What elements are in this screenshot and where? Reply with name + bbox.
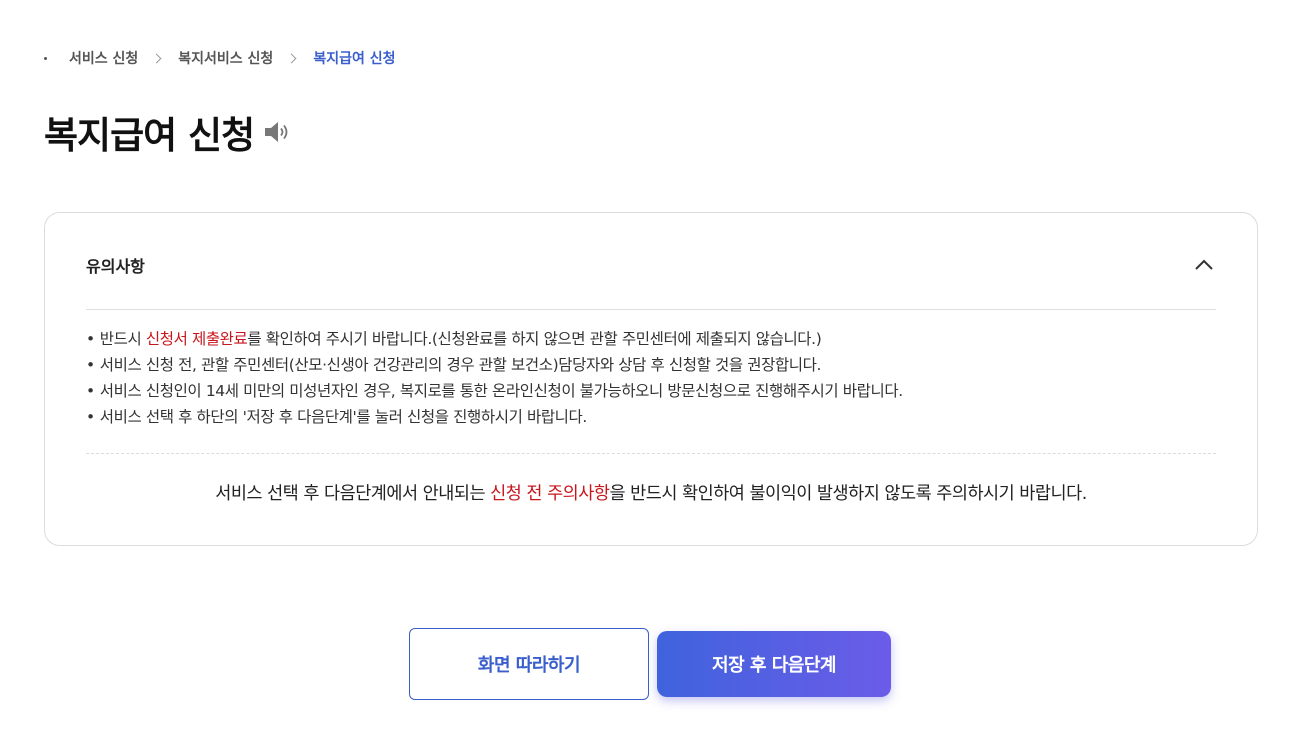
title-row: 복지급여 신청 <box>44 106 292 158</box>
notice-header[interactable]: 유의사항 <box>86 213 1216 310</box>
notice-item: 서비스 신청인이 14세 미만의 미성년자인 경우, 복지로를 통한 온라인신청… <box>86 378 1216 404</box>
notice-title: 유의사항 <box>86 257 145 276</box>
notice-list: 반드시 신청서 제출완료를 확인하여 주시기 바랍니다.(신청완료를 하지 않으… <box>86 326 1216 430</box>
dashed-divider <box>86 453 1216 454</box>
page: 서비스 신청 복지서비스 신청 복지급여 신청 복지급여 신청 유의사항 반드시… <box>0 0 1312 730</box>
home-bullet-icon <box>44 56 47 60</box>
notice-item: 서비스 신청 전, 관할 주민센터(산모·신생아 건강관리의 경우 관할 보건소… <box>86 352 1216 378</box>
breadcrumb-item-welfare-service-apply[interactable]: 복지서비스 신청 <box>178 48 273 68</box>
chevron-right-icon <box>151 53 162 63</box>
notice-item: 반드시 신청서 제출완료를 확인하여 주시기 바랍니다.(신청완료를 하지 않으… <box>86 326 1216 352</box>
notice-item-text-post: 를 확인하여 주시기 바랍니다.(신청완료를 하지 않으면 관할 주민센터에 제… <box>247 330 822 348</box>
speaker-icon[interactable] <box>262 117 292 147</box>
bottom-warning-highlight: 신청 전 주의사항 <box>490 484 610 504</box>
bottom-warning-pre: 서비스 선택 후 다음단계에서 안내되는 <box>215 484 491 504</box>
notice-item-text-pre: 반드시 <box>99 330 146 348</box>
notice-card: 유의사항 반드시 신청서 제출완료를 확인하여 주시기 바랍니다.(신청완료를 … <box>44 212 1258 546</box>
notice-item-highlight: 신청서 제출완료 <box>145 330 248 348</box>
page-title: 복지급여 신청 <box>44 114 255 157</box>
chevron-up-icon[interactable] <box>1192 245 1216 277</box>
bottom-warning: 서비스 선택 후 다음단계에서 안내되는 신청 전 주의사항을 반드시 확인하여… <box>45 480 1257 505</box>
breadcrumb-current: 복지급여 신청 <box>313 51 396 67</box>
breadcrumb-item-service-apply[interactable]: 서비스 신청 <box>69 48 138 68</box>
notice-item: 서비스 선택 후 하단의 '저장 후 다음단계'를 눌러 신청을 진행하시기 바… <box>86 404 1216 430</box>
bottom-warning-post: 을 반드시 확인하여 불이익이 발생하지 않도록 주의하시기 바랍니다. <box>609 484 1087 504</box>
breadcrumb: 서비스 신청 복지서비스 신청 복지급여 신청 <box>44 47 395 69</box>
follow-screen-button[interactable]: 화면 따라하기 <box>409 628 649 700</box>
save-next-step-button[interactable]: 저장 후 다음단계 <box>657 631 891 697</box>
chevron-right-icon <box>286 53 297 63</box>
